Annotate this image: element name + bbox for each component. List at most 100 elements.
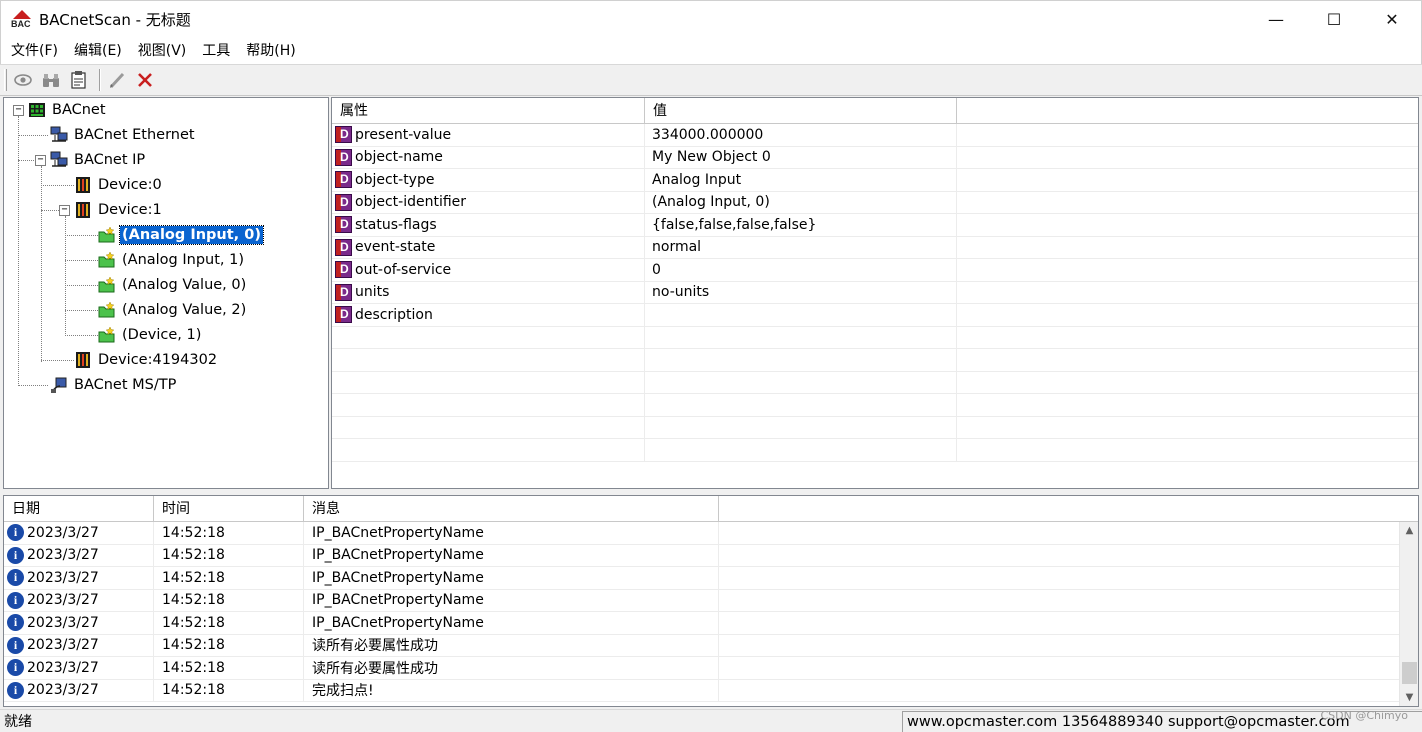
log-date: 2023/3/27: [27, 569, 99, 586]
log-message: IP_BACnetPropertyName: [304, 612, 719, 634]
folder-object-icon: [98, 326, 116, 344]
property-list[interactable]: 属性 值 Dpresent-value 334000.000000 Dobjec…: [331, 97, 1419, 489]
tree-item-analog-value-0[interactable]: (Analog Value, 0): [98, 274, 248, 296]
log-row[interactable]: i 2023/3/27 14:52:18 完成扫点!: [4, 679, 1418, 702]
property-icon: D: [335, 171, 352, 189]
property-name: event-state: [355, 239, 436, 256]
device-icon: [74, 201, 92, 219]
property-name: units: [355, 284, 390, 301]
log-time: 14:52:18: [154, 589, 304, 611]
property-row[interactable]: Dobject-name My New Object 0: [332, 146, 1418, 169]
tree-expander-device1[interactable]: −: [59, 205, 70, 216]
info-icon: i: [7, 681, 24, 699]
menu-bar: 文件(F) 编辑(E) 视图(V) 工具 帮助(H): [0, 38, 1422, 64]
delete-x-icon[interactable]: [133, 68, 157, 92]
property-name: object-identifier: [355, 194, 467, 211]
tree-item-analog-input-0[interactable]: (Analog Input, 0): [98, 224, 264, 246]
log-message: IP_BACnetPropertyName: [304, 589, 719, 611]
tree-expander-bacnet[interactable]: −: [13, 105, 24, 116]
property-name: present-value: [355, 126, 452, 143]
status-bar: 就绪 www.opcmaster.com 13564889340 support…: [0, 709, 1422, 732]
tree-item-bacnet[interactable]: BACnet: [28, 99, 108, 121]
log-row[interactable]: i 2023/3/27 14:52:18 读所有必要属性成功: [4, 657, 1418, 680]
column-header-message[interactable]: 消息: [304, 496, 719, 522]
tree-item-analog-value-2[interactable]: (Analog Value, 2): [98, 299, 248, 321]
info-icon: i: [7, 524, 24, 542]
message-log[interactable]: 日期 时间 消息 i 2023/3/27 14:52:18 IP_BACnetPr…: [3, 495, 1419, 707]
menu-file[interactable]: 文件(F): [3, 38, 66, 64]
property-row-empty: [332, 371, 1418, 394]
log-row[interactable]: i 2023/3/27 14:52:18 IP_BACnetPropertyNam…: [4, 522, 1418, 545]
tree-expander-bacnet-ip[interactable]: −: [35, 155, 46, 166]
log-date: 2023/3/27: [27, 637, 99, 654]
tree-item-device-1[interactable]: Device:1: [74, 199, 164, 221]
property-value: (Analog Input, 0): [645, 191, 957, 213]
title-bar: BAC BACnetScan - 无标题 — ☐ ✕: [0, 0, 1422, 38]
tree-item-device-0[interactable]: Device:0: [74, 174, 164, 196]
property-row[interactable]: Dunits no-units: [332, 281, 1418, 304]
menu-tools[interactable]: 工具: [194, 38, 238, 64]
log-date: 2023/3/27: [27, 524, 99, 541]
property-row[interactable]: Dstatus-flags {false,false,false,false}: [332, 214, 1418, 237]
tree-item-bacnet-ethernet[interactable]: BACnet Ethernet: [50, 124, 197, 146]
column-header-value[interactable]: 值: [645, 98, 957, 124]
properties-icon[interactable]: [67, 68, 91, 92]
property-row[interactable]: Dout-of-service 0: [332, 259, 1418, 282]
tree-item-device-4194302[interactable]: Device:4194302: [74, 349, 219, 371]
log-scrollbar[interactable]: ▲ ▼: [1399, 522, 1418, 706]
log-date: 2023/3/27: [27, 682, 99, 699]
menu-view[interactable]: 视图(V): [130, 38, 195, 64]
tree-item-analog-input-1[interactable]: (Analog Input, 1): [98, 249, 246, 271]
column-header-property[interactable]: 属性: [332, 98, 645, 124]
tree-item-bacnet-ip[interactable]: BACnet IP: [50, 149, 147, 171]
folder-object-icon: [98, 226, 116, 244]
property-name: object-name: [355, 149, 443, 166]
property-value: normal: [645, 236, 957, 258]
property-name: object-type: [355, 171, 435, 188]
network-computers-icon: [50, 151, 68, 169]
property-value: 0: [645, 259, 957, 281]
tree-item-bacnet-mstp[interactable]: BACnet MS/TP: [50, 374, 178, 396]
property-row[interactable]: Dobject-identifier (Analog Input, 0): [332, 191, 1418, 214]
column-header-date[interactable]: 日期: [4, 496, 154, 522]
scroll-down-button[interactable]: ▼: [1400, 689, 1418, 706]
network-tree[interactable]: − − − BACnet BACnet Ethernet BACnet IP D…: [3, 97, 329, 489]
folder-object-icon: [98, 301, 116, 319]
log-row[interactable]: i 2023/3/27 14:52:18 IP_BACnetPropertyNam…: [4, 612, 1418, 635]
property-row[interactable]: Dobject-type Analog Input: [332, 169, 1418, 192]
property-row[interactable]: Dpresent-value 334000.000000: [332, 124, 1418, 147]
menu-help[interactable]: 帮助(H): [238, 38, 303, 64]
log-row[interactable]: i 2023/3/27 14:52:18 IP_BACnetPropertyNam…: [4, 589, 1418, 612]
property-value: Analog Input: [645, 169, 957, 191]
log-row[interactable]: i 2023/3/27 14:52:18 IP_BACnetPropertyNam…: [4, 544, 1418, 567]
log-row[interactable]: i 2023/3/27 14:52:18 IP_BACnetPropertyNam…: [4, 567, 1418, 590]
minimize-button[interactable]: —: [1247, 1, 1305, 38]
log-time: 14:52:18: [154, 567, 304, 589]
scroll-up-button[interactable]: ▲: [1400, 522, 1418, 539]
property-row[interactable]: Devent-state normal: [332, 236, 1418, 259]
maximize-button[interactable]: ☐: [1305, 1, 1363, 38]
device-icon: [74, 176, 92, 194]
folder-object-icon: [98, 276, 116, 294]
log-row[interactable]: i 2023/3/27 14:52:18 读所有必要属性成功: [4, 634, 1418, 657]
column-header-time[interactable]: 时间: [154, 496, 304, 522]
menu-edit[interactable]: 编辑(E): [66, 38, 130, 64]
eye-icon[interactable]: [11, 68, 35, 92]
tree-item-device-object-1[interactable]: (Device, 1): [98, 324, 203, 346]
binoculars-icon[interactable]: [39, 68, 63, 92]
info-icon: i: [7, 569, 24, 587]
pencil-icon[interactable]: [105, 68, 129, 92]
property-value: no-units: [645, 281, 957, 303]
property-icon: D: [335, 126, 352, 144]
property-icon: D: [335, 193, 352, 211]
log-message: 读所有必要属性成功: [304, 634, 719, 656]
toolbar-grip[interactable]: [4, 69, 7, 91]
property-icon: D: [335, 283, 352, 301]
info-icon: i: [7, 591, 24, 609]
info-icon: i: [7, 546, 24, 564]
property-row[interactable]: Ddescription: [332, 304, 1418, 327]
device-icon: [74, 351, 92, 369]
property-icon: D: [335, 261, 352, 279]
scroll-thumb[interactable]: [1402, 662, 1417, 684]
close-button[interactable]: ✕: [1363, 1, 1421, 38]
